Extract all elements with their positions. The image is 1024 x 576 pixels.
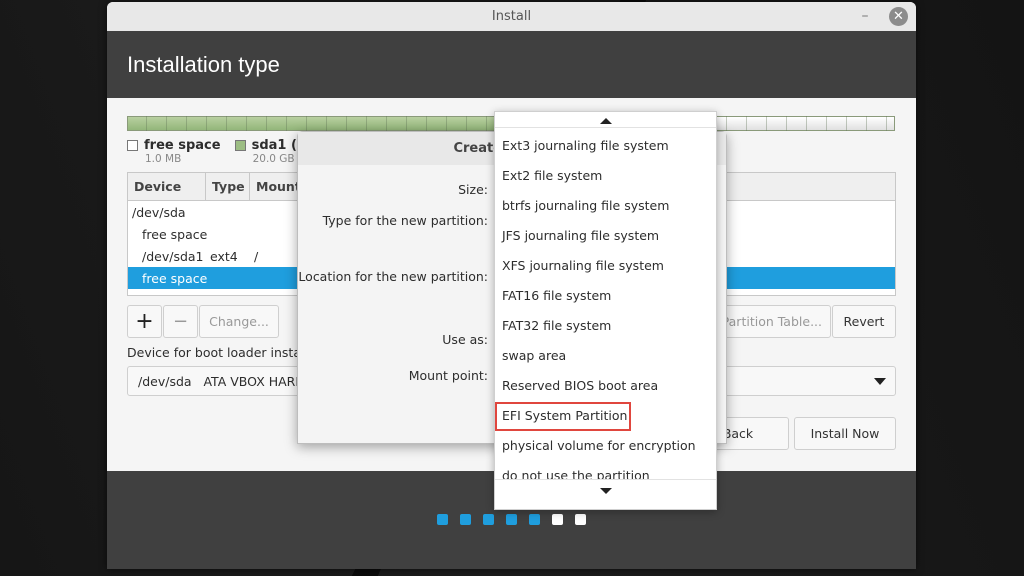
dropdown-option-label: FAT16 file system [502,288,612,303]
cell-device: /dev/sda1 [142,248,204,264]
dropdown-option-label: Ext3 journaling file system [502,138,669,153]
close-button[interactable]: ✕ [889,7,908,26]
dropdown-option[interactable]: FAT16 file system [495,281,716,311]
install-now-button[interactable]: Install Now [794,417,896,450]
minimize-button[interactable]: – [858,6,872,26]
progress-dot-pending [575,514,586,525]
cell-mount: / [254,248,259,264]
dropdown-option-label: physical volume for encryption [502,438,696,453]
highlight-box [495,402,631,431]
dropdown-option[interactable]: JFS journaling file system [495,221,716,251]
add-partition-button[interactable]: + [127,305,162,338]
title-bar[interactable]: Install – ✕ [107,2,916,31]
progress-dots [437,514,586,525]
arrow-down-icon [600,488,612,494]
column-header-type[interactable]: Type [206,173,250,200]
partition-type-label: Type for the new partition: [322,213,488,228]
column-header-device[interactable]: Device [128,173,206,200]
page-title: Installation type [127,52,280,77]
legend-swatch [234,140,246,151]
legend-label: free space [144,138,221,153]
scroll-up-button[interactable] [495,112,716,128]
use-as-dropdown-menu: Ext4 journaling file systemExt3 journali… [494,111,717,510]
dropdown-option[interactable]: EFI System Partition [495,401,716,431]
progress-dot-pending [552,514,563,525]
remove-partition-button[interactable]: − [163,305,198,338]
dropdown-option[interactable]: XFS journaling file system [495,251,716,281]
cell-device: /dev/sda [132,204,186,220]
dropdown-option[interactable]: swap area [495,341,716,371]
dropdown-option-label: XFS journaling file system [502,258,664,273]
page-header: Installation type [107,31,916,98]
dropdown-option[interactable]: Reserved BIOS boot area [495,371,716,401]
cell-type: ext4 [210,248,238,264]
dropdown-option[interactable]: physical volume for encryption [495,431,716,461]
dropdown-option-label: btrfs journaling file system [502,198,670,213]
progress-dot-complete [529,514,540,525]
dropdown-option[interactable]: FAT32 file system [495,311,716,341]
arrow-up-icon [600,118,612,124]
progress-dot-complete [437,514,448,525]
dropdown-items: Ext4 journaling file systemExt3 journali… [495,112,716,491]
chevron-down-icon [874,378,886,385]
cell-device: free space [142,226,208,242]
dropdown-option-label: Reserved BIOS boot area [502,378,659,393]
dropdown-option-label: Ext2 file system [502,168,603,183]
legend-item-free-space: free space 1.0 MB [127,138,221,165]
progress-dot-complete [460,514,471,525]
dropdown-option-label: FAT32 file system [502,318,612,333]
legend-size: 1.0 MB [145,153,182,165]
dropdown-option[interactable]: Ext3 journaling file system [495,131,716,161]
partition-location-label: Location for the new partition: [298,269,488,284]
window-title: Install [491,9,532,24]
revert-button[interactable]: Revert [832,305,896,338]
legend-swatch [127,140,138,151]
progress-dot-complete [506,514,517,525]
progress-dot-complete [483,514,494,525]
size-label: Size: [458,182,488,197]
cell-device: free space [142,270,208,286]
dropdown-option[interactable]: btrfs journaling file system [495,191,716,221]
dropdown-option[interactable]: Ext2 file system [495,161,716,191]
use-as-label: Use as: [442,332,488,347]
change-partition-button[interactable]: Change... [199,305,279,338]
mount-point-label: Mount point: [408,368,488,383]
dropdown-option-label: JFS journaling file system [502,228,660,243]
scroll-down-button[interactable] [495,479,716,509]
dropdown-option-label: swap area [502,348,567,363]
